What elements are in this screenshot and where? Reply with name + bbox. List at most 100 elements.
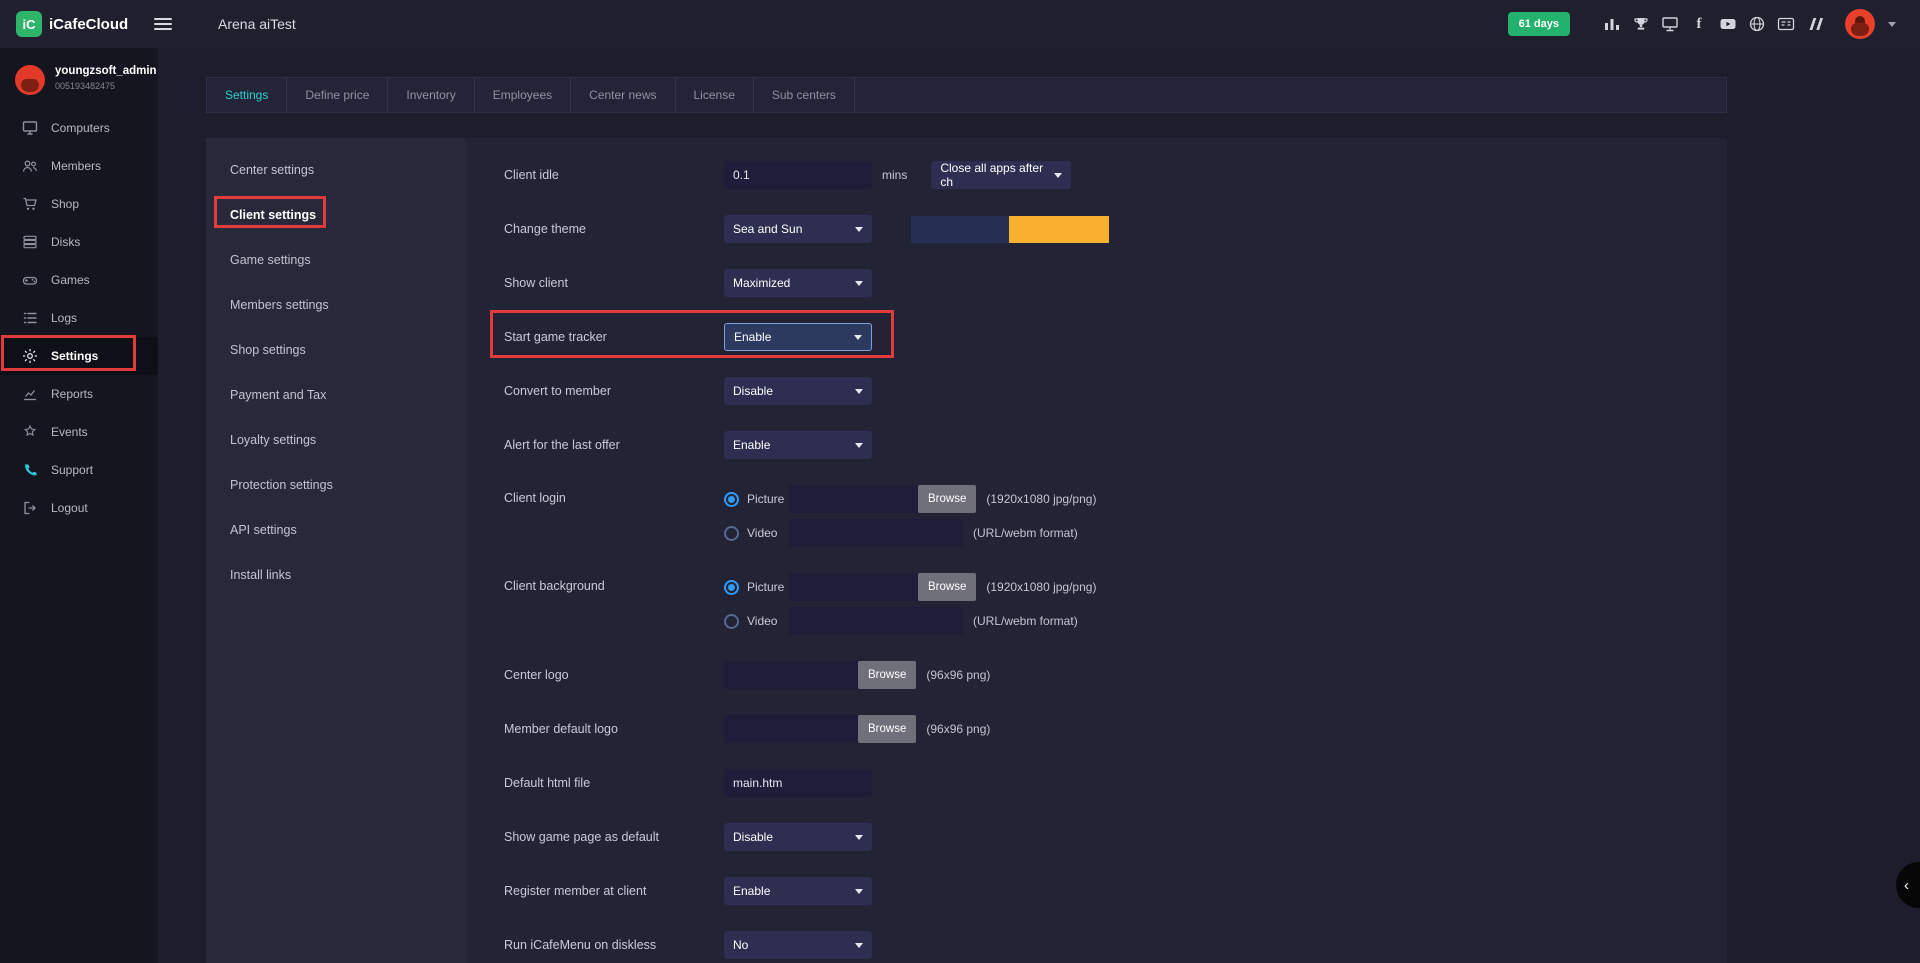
gear-icon (22, 348, 38, 364)
theme-swatch-navy (911, 216, 1009, 243)
center-logo-browse-button[interactable]: Browse (858, 661, 916, 689)
nav-protection-settings[interactable]: Protection settings (206, 462, 466, 507)
tab-inventory[interactable]: Inventory (388, 78, 474, 112)
user-avatar[interactable] (1845, 9, 1875, 39)
row-run-icafemenu: Run iCafeMenu on diskless No (504, 931, 1727, 959)
sidebar-item-support[interactable]: Support (0, 451, 158, 489)
sidebar-item-shop[interactable]: Shop (0, 185, 158, 223)
client-background-picture-input[interactable] (789, 573, 918, 601)
tab-license[interactable]: License (676, 78, 754, 112)
sidebar-item-computers[interactable]: Computers (0, 109, 158, 147)
chevron-down-icon (855, 443, 863, 448)
menu-toggle-icon[interactable] (150, 11, 176, 37)
card-icon[interactable] (1777, 15, 1795, 33)
sidebar-item-logout[interactable]: Logout (0, 489, 158, 527)
client-background-picture-radio[interactable] (724, 580, 739, 595)
nav-center-settings[interactable]: Center settings (206, 147, 466, 192)
row-center-logo: Center logo Browse (96x96 png) (504, 661, 1727, 689)
sidebar-item-disks[interactable]: Disks (0, 223, 158, 261)
chevron-down-icon (1054, 173, 1062, 178)
chevron-down-icon[interactable] (1888, 22, 1896, 27)
tab-employees[interactable]: Employees (475, 78, 571, 112)
nav-install-links[interactable]: Install links (206, 552, 466, 597)
field-hint: (96x96 png) (926, 668, 990, 682)
client-login-video-input[interactable] (789, 519, 963, 547)
nav-members-settings[interactable]: Members settings (206, 282, 466, 327)
tab-define-price[interactable]: Define price (287, 78, 388, 112)
globe-icon[interactable] (1748, 15, 1766, 33)
select-value: Disable (733, 830, 773, 844)
nav-payment-tax[interactable]: Payment and Tax (206, 372, 466, 417)
chevron-down-icon (854, 335, 862, 340)
sidebar-item-logs[interactable]: Logs (0, 299, 158, 337)
username: youngzsoft_admin (55, 65, 157, 77)
nav-loyalty-settings[interactable]: Loyalty settings (206, 417, 466, 462)
facebook-icon[interactable]: f (1690, 15, 1708, 33)
field-hint: (96x96 png) (926, 722, 990, 736)
main-content: Settings Define price Inventory Employee… (158, 48, 1920, 963)
settings-nav: Center settings Client settings Game set… (206, 138, 466, 963)
tab-settings[interactable]: Settings (207, 78, 287, 112)
nav-client-settings[interactable]: Client settings (206, 192, 466, 237)
radio-label: Video (747, 526, 789, 540)
sidebar-item-members[interactable]: Members (0, 147, 158, 185)
slashes-icon[interactable] (1806, 15, 1824, 33)
sidebar-item-label: Support (51, 463, 93, 477)
row-show-game-page: Show game page as default Disable (504, 823, 1727, 851)
display-icon[interactable] (1661, 15, 1679, 33)
chevron-down-icon (855, 389, 863, 394)
member-logo-input[interactable] (724, 715, 858, 743)
topbar: iC iCafeCloud Arena aiTest 61 days f (0, 0, 1920, 48)
row-show-client: Show client Maximized (504, 269, 1727, 297)
client-background-video-input[interactable] (789, 607, 963, 635)
client-login-video-radio[interactable] (724, 526, 739, 541)
tab-sub-centers[interactable]: Sub centers (754, 78, 855, 112)
convert-member-select[interactable]: Disable (724, 377, 872, 405)
alert-offer-select[interactable]: Enable (724, 431, 872, 459)
sidebar-avatar[interactable] (15, 65, 45, 95)
trophy-icon[interactable] (1632, 15, 1650, 33)
client-login-picture-input[interactable] (789, 485, 918, 513)
sidebar-item-settings[interactable]: Settings (0, 337, 158, 375)
stats-icon[interactable] (1603, 15, 1621, 33)
tab-center-news[interactable]: Center news (571, 78, 675, 112)
unit-label: mins (882, 168, 907, 182)
row-alert-last-offer: Alert for the last offer Enable (504, 431, 1727, 459)
register-member-select[interactable]: Enable (724, 877, 872, 905)
row-client-login: Client login Picture Browse (1920x1080 j… (504, 485, 1727, 547)
nav-shop-settings[interactable]: Shop settings (206, 327, 466, 372)
game-tracker-select[interactable]: Enable (724, 323, 872, 351)
game-page-select[interactable]: Disable (724, 823, 872, 851)
field-hint: (URL/webm format) (973, 614, 1078, 628)
center-logo-input[interactable] (724, 661, 858, 689)
app-logo[interactable]: iC iCafeCloud (16, 11, 140, 37)
select-value: Disable (733, 384, 773, 398)
users-icon (22, 158, 38, 174)
field-label: Alert for the last offer (504, 438, 724, 452)
youtube-icon[interactable] (1719, 15, 1737, 33)
client-login-picture-radio[interactable] (724, 492, 739, 507)
field-label: Client login (504, 485, 724, 511)
client-background-video-radio[interactable] (724, 614, 739, 629)
member-logo-browse-button[interactable]: Browse (858, 715, 916, 743)
sidebar-item-reports[interactable]: Reports (0, 375, 158, 413)
license-days-badge[interactable]: 61 days (1508, 12, 1570, 36)
field-label: Center logo (504, 668, 724, 682)
theme-select[interactable]: Sea and Sun (724, 215, 872, 243)
nav-game-settings[interactable]: Game settings (206, 237, 466, 282)
sidebar-item-games[interactable]: Games (0, 261, 158, 299)
client-background-picture-row: Picture Browse (1920x1080 jpg/png) (724, 573, 1096, 601)
field-label: Client background (504, 573, 724, 599)
client-login-browse-button[interactable]: Browse (918, 485, 976, 513)
icafemenu-select[interactable]: No (724, 931, 872, 959)
client-background-browse-button[interactable]: Browse (918, 573, 976, 601)
default-html-input[interactable] (724, 769, 872, 797)
show-client-select[interactable]: Maximized (724, 269, 872, 297)
client-idle-action-select[interactable]: Close all apps after ch (931, 161, 1071, 189)
sidebar-item-events[interactable]: Events (0, 413, 158, 451)
theme-swatch-orange (1009, 216, 1109, 243)
sidebar-item-label: Settings (51, 349, 98, 363)
client-idle-input[interactable] (724, 161, 872, 189)
client-settings-form: Client idle mins Close all apps after ch… (466, 138, 1727, 963)
nav-api-settings[interactable]: API settings (206, 507, 466, 552)
